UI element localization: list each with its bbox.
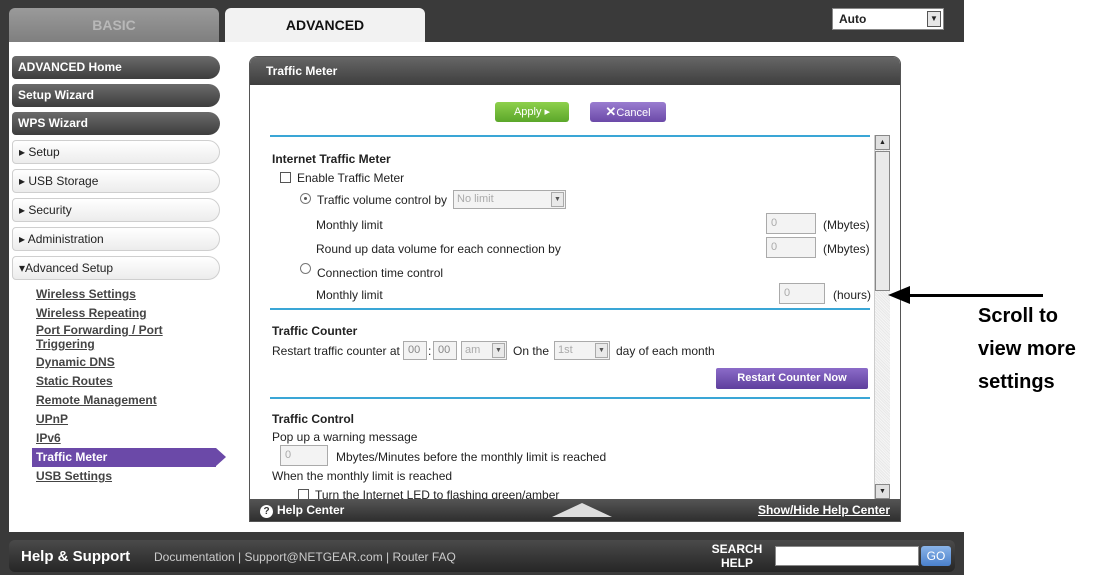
sidebar-link-port-forwarding[interactable]: Port Forwarding / Port Triggering [36,323,220,353]
day-suffix-label: day of each month [616,344,715,358]
sidebar-item-advanced-home[interactable]: ADVANCED Home [12,56,220,79]
chevron-down-icon: ▼ [551,192,564,207]
scroll-up-icon[interactable]: ▲ [875,135,890,150]
help-icon: ? [260,505,273,518]
restart-hour-input[interactable]: 00 [403,341,427,360]
sidebar-nav: ADVANCED Home Setup Wizard WPS Wizard ▸ … [12,56,226,486]
popup-suffix-label: Mbytes/Minutes before the monthly limit … [336,450,607,464]
monthly-limit-hours-input[interactable]: 0 [779,283,825,304]
search-help-label: SEARCH HELP [709,542,765,570]
settings-scroll-area[interactable]: Internet Traffic Meter Enable Traffic Me… [270,135,890,500]
counter-title: Traffic Counter [272,324,358,338]
chevron-down-icon: ▼ [595,343,608,358]
search-help-input[interactable] [775,546,919,566]
popup-input[interactable]: 0 [280,445,328,466]
control-title: Traffic Control [272,412,355,426]
search-help-line2: HELP [720,556,753,570]
scroll-down-icon[interactable]: ▼ [875,484,890,499]
sidebar-item-security[interactable]: ▸ Security [12,198,220,222]
traffic-meter-panel: Traffic Meter Apply ▸ ✕Cancel Internet T… [249,56,901,522]
footer-links[interactable]: Documentation | Support@NETGEAR.com | Ro… [154,550,456,564]
footer-bar: Help & Support Documentation | Support@N… [9,540,955,572]
sidebar-link-usb-settings[interactable]: USB Settings [36,467,220,486]
monthly-limit-unit: (Mbytes) [823,218,870,232]
popup-label: Pop up a warning message [272,430,418,444]
ampm-value: am [465,344,481,356]
chevron-down-icon[interactable]: ▼ [927,11,941,27]
vertical-scrollbar[interactable]: ▲ ▼ [874,135,890,499]
sidebar-item-usb-storage[interactable]: ▸ USB Storage [12,169,220,193]
on-the-label: On the [513,344,550,358]
round-up-unit: (Mbytes) [823,242,870,256]
day-value: 1st [558,344,573,356]
monthly-limit-label: Monthly limit [316,218,383,232]
divider [270,135,870,137]
round-up-label: Round up data volume for each connection… [316,242,561,256]
language-value: Auto [839,12,867,26]
hours-unit: (hours) [833,288,872,302]
restart-minute-input[interactable]: 00 [433,341,457,360]
ampm-select[interactable]: am ▼ [461,341,507,360]
day-select[interactable]: 1st ▼ [554,341,610,360]
callout-line-3: settings [978,371,1055,393]
language-select[interactable]: Auto ▼ [832,8,944,30]
connection-time-label: Connection time control [317,266,444,280]
expand-triangle-icon[interactable] [552,503,612,517]
help-center-label: Help Center [277,503,345,517]
sidebar-link-remote-management[interactable]: Remote Management [36,391,220,410]
divider [270,397,870,399]
sidebar-item-wps-wizard[interactable]: WPS Wizard [12,112,220,135]
close-icon: ✕ [605,104,617,119]
chevron-down-icon: ▼ [492,343,505,358]
sidebar-link-ipv6[interactable]: IPv6 [36,429,220,448]
volume-control-radio[interactable] [300,193,311,204]
sidebar-item-administration[interactable]: ▸ Administration [12,227,220,251]
advanced-setup-submenu: Wireless Settings Wireless Repeating Por… [12,285,226,486]
volume-control-select[interactable]: No limit ▼ [453,190,566,209]
callout-line-2: view more [978,338,1076,360]
help-center-bar: ? Help Center Show/Hide Help Center [250,499,900,521]
sidebar-link-static-routes[interactable]: Static Routes [36,372,220,391]
round-up-input[interactable]: 0 [766,237,816,258]
scroll-thumb[interactable] [875,151,890,291]
sidebar-item-setup[interactable]: ▸ Setup [12,140,220,164]
cancel-label: Cancel [616,107,651,119]
show-hide-help-link[interactable]: Show/Hide Help Center [758,499,890,521]
sidebar-link-wireless-settings[interactable]: Wireless Settings [36,285,220,304]
restart-counter-button[interactable]: Restart Counter Now [716,368,868,389]
apply-button[interactable]: Apply ▸ [495,102,569,122]
restart-at-label: Restart traffic counter at [272,344,400,358]
sidebar-item-setup-wizard[interactable]: Setup Wizard [12,84,220,107]
enable-traffic-meter-checkbox[interactable] [280,172,291,183]
when-reached-label: When the monthly limit is reached [272,469,453,483]
time-colon: : [428,344,432,358]
cancel-button[interactable]: ✕Cancel [590,102,666,122]
scroll-callout: Scroll to view more settings [978,300,1076,399]
callout-arrow-line [900,294,1043,297]
volume-control-value: No limit [457,193,494,205]
sidebar-link-dynamic-dns[interactable]: Dynamic DNS [36,353,220,372]
sidebar-link-wireless-repeating[interactable]: Wireless Repeating [36,304,220,323]
router-frame: BASIC ADVANCED Auto ▼ ADVANCED Home Setu… [0,0,964,575]
connection-time-radio[interactable] [300,263,311,274]
sidebar-link-upnp[interactable]: UPnP [36,410,220,429]
monthly-limit-hours-label: Monthly limit [316,288,383,302]
callout-line-1: Scroll to [978,305,1059,327]
itm-title: Internet Traffic Meter [272,152,391,166]
tab-advanced[interactable]: ADVANCED [225,8,425,42]
divider [270,308,870,310]
go-button[interactable]: GO [921,546,951,566]
help-support-title: Help & Support [21,548,131,565]
sidebar-item-advanced-setup[interactable]: ▾Advanced Setup [12,256,220,280]
panel-title: Traffic Meter [250,57,900,85]
volume-control-label: Traffic volume control by [317,193,448,207]
tab-basic[interactable]: BASIC [9,8,219,42]
monthly-limit-input[interactable]: 0 [766,213,816,234]
search-help-line1: SEARCH [711,542,763,556]
sidebar-link-traffic-meter[interactable]: Traffic Meter [32,448,226,467]
help-center-link[interactable]: ? Help Center [260,499,344,521]
enable-traffic-meter-label: Enable Traffic Meter [297,171,405,185]
